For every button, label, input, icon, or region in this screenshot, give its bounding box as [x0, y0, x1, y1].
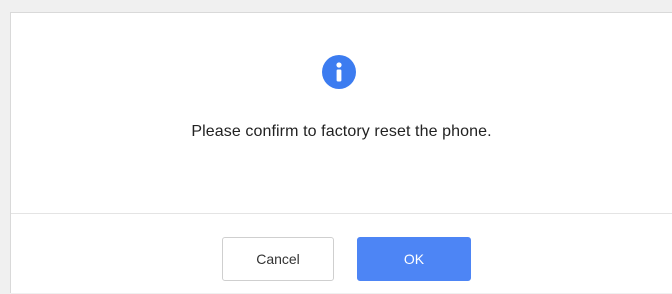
cancel-button[interactable]: Cancel: [222, 237, 334, 281]
dialog-body: Please confirm to factory reset the phon…: [11, 13, 672, 213]
info-glyph: [336, 62, 342, 82]
ok-button[interactable]: OK: [357, 237, 471, 281]
dialog-message: Please confirm to factory reset the phon…: [191, 123, 492, 140]
info-icon: [322, 55, 356, 89]
confirm-dialog: Please confirm to factory reset the phon…: [10, 12, 672, 293]
dialog-footer: Cancel OK: [11, 214, 672, 294]
